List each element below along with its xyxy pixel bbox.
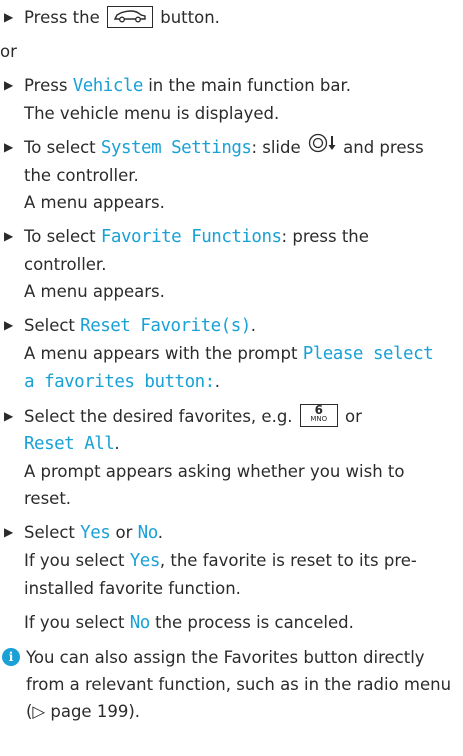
- step-arrow-icon: ▶: [4, 10, 14, 24]
- step-text: .: [250, 316, 257, 335]
- step-select-favorites: ▶ Select the desired favorites, e.g. 6 M…: [0, 403, 453, 512]
- step-select-yes-no: ▶ Select Yes or No. If you select Yes, t…: [0, 519, 453, 637]
- step-arrow-icon: ▶: [4, 78, 14, 92]
- number-key-6-icon: 6 MNO: [299, 403, 338, 427]
- info-note: i You can also assign the Favorites butt…: [0, 644, 453, 725]
- menu-item-system-settings: System Settings: [100, 138, 252, 158]
- menu-item-reset-favorites: Reset Favorite(s): [80, 316, 251, 336]
- car-button-icon: [107, 5, 153, 28]
- step-press-car-button: ▶ Press the button.: [0, 4, 453, 31]
- key-letters: MNO: [310, 415, 328, 423]
- step-text: Select: [24, 316, 75, 335]
- step-result: If you select: [24, 613, 125, 632]
- step-result: A menu appears with the prompt: [24, 344, 298, 363]
- step-result: If you select: [24, 551, 125, 570]
- step-select-system-settings: ▶ To select System Settings: slide and p…: [0, 133, 453, 216]
- option-no: No: [137, 523, 159, 543]
- step-text: Press: [24, 76, 68, 95]
- step-text: .: [114, 434, 120, 453]
- info-icon: i: [2, 648, 20, 666]
- controller-slide-down-icon: [308, 133, 338, 161]
- option-no-ref: No: [129, 613, 151, 633]
- step-arrow-icon: ▶: [4, 409, 14, 423]
- step-text: or: [115, 523, 133, 542]
- step-press-vehicle: ▶ Press Vehicle in the main function bar…: [0, 72, 453, 127]
- step-text: To select: [24, 138, 96, 157]
- step-result: A menu appears.: [24, 282, 165, 301]
- key-number: 6: [314, 403, 323, 417]
- step-arrow-icon: ▶: [4, 140, 14, 154]
- step-text: or: [345, 407, 362, 426]
- step-text: To select: [24, 227, 96, 246]
- step-arrow-icon: ▶: [4, 318, 14, 332]
- step-select-favorite-functions: ▶ To select Favorite Functions: press th…: [0, 223, 453, 305]
- step-result: A prompt appears asking whether you wish…: [24, 462, 405, 508]
- menu-item-reset-all: Reset All: [24, 434, 115, 454]
- instructions: ▶ Press the button. or ▶ Press Vehicle i…: [0, 0, 463, 725]
- step-text: .: [214, 372, 220, 391]
- option-yes: Yes: [80, 523, 111, 543]
- menu-item-favorite-functions: Favorite Functions: [100, 227, 282, 247]
- step-text: button.: [160, 8, 220, 27]
- or-separator: or: [0, 42, 17, 61]
- step-text: Press the: [24, 8, 100, 27]
- step-text: : slide: [251, 138, 301, 157]
- step-select-reset-favorites: ▶ Select Reset Favorite(s). A menu appea…: [0, 312, 453, 396]
- step-text: .: [157, 523, 163, 542]
- step-result-no: If you select No the process is canceled…: [24, 609, 453, 637]
- option-yes-ref: Yes: [129, 551, 161, 571]
- step-result: The vehicle menu is displayed.: [24, 104, 280, 123]
- step-arrow-icon: ▶: [4, 229, 14, 243]
- info-text: You can also assign the Favorites button…: [26, 648, 452, 721]
- step-text: in the main function bar.: [148, 76, 352, 95]
- step-text: Select: [24, 523, 75, 542]
- step-arrow-icon: ▶: [4, 525, 14, 539]
- step-text: Select the desired favorites, e.g.: [24, 407, 293, 426]
- step-result: A menu appears.: [24, 193, 165, 212]
- step-result: the process is canceled.: [155, 613, 354, 632]
- menu-item-vehicle: Vehicle: [72, 76, 144, 96]
